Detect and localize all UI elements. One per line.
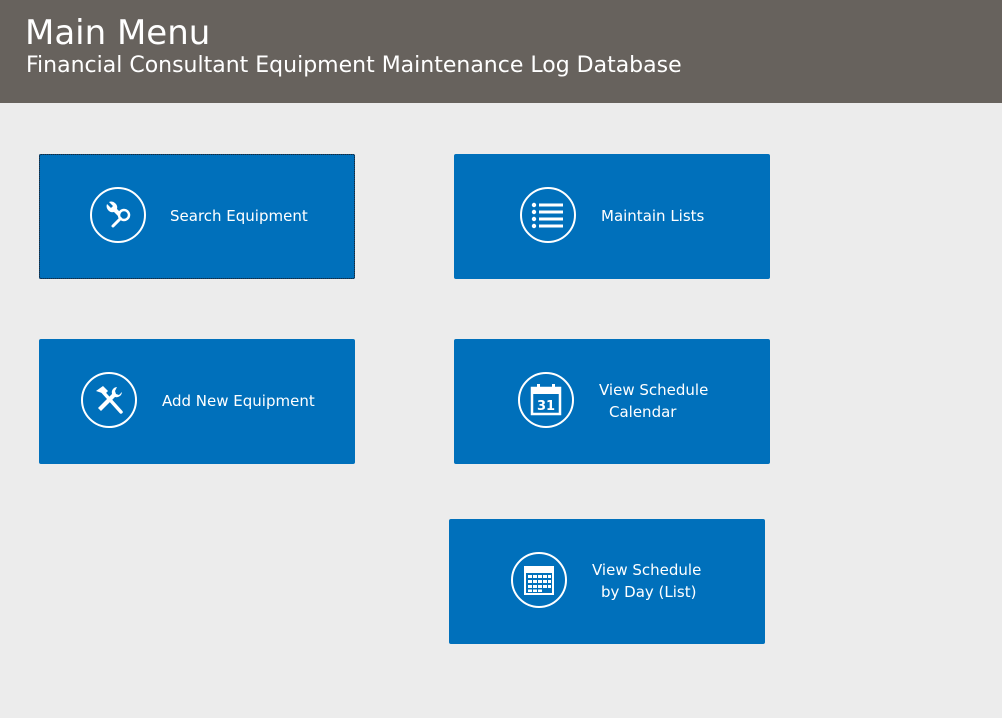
view-schedule-calendar-label-line2: Calendar (609, 403, 677, 421)
calendar-day-number: 31 (537, 399, 555, 414)
tools-search-icon (90, 187, 146, 243)
view-schedule-calendar-label-line1: View Schedule (599, 381, 709, 399)
view-schedule-list-label-line2: by Day (List) (601, 583, 697, 601)
calendar-day-icon: 31 (518, 372, 574, 428)
view-schedule-calendar-button[interactable]: 31 View Schedule Calendar (454, 339, 770, 464)
add-new-equipment-button[interactable]: Add New Equipment (39, 339, 355, 464)
calendar-grid-icon (511, 552, 567, 608)
header-bar: Main Menu Financial Consultant Equipment… (0, 0, 1002, 103)
maintain-lists-label: Maintain Lists (601, 207, 705, 225)
search-equipment-label: Search Equipment (170, 207, 308, 225)
wrench-hammer-icon (81, 372, 137, 428)
view-schedule-list-button[interactable]: View Schedule by Day (List) (449, 519, 765, 644)
page-subtitle: Financial Consultant Equipment Maintenan… (26, 53, 682, 78)
list-icon (520, 187, 576, 243)
add-new-equipment-label: Add New Equipment (162, 392, 315, 410)
view-schedule-list-label-line1: View Schedule (592, 561, 702, 579)
page-title: Main Menu (25, 13, 211, 53)
search-equipment-button[interactable]: Search Equipment (39, 154, 355, 279)
maintain-lists-button[interactable]: Maintain Lists (454, 154, 770, 279)
